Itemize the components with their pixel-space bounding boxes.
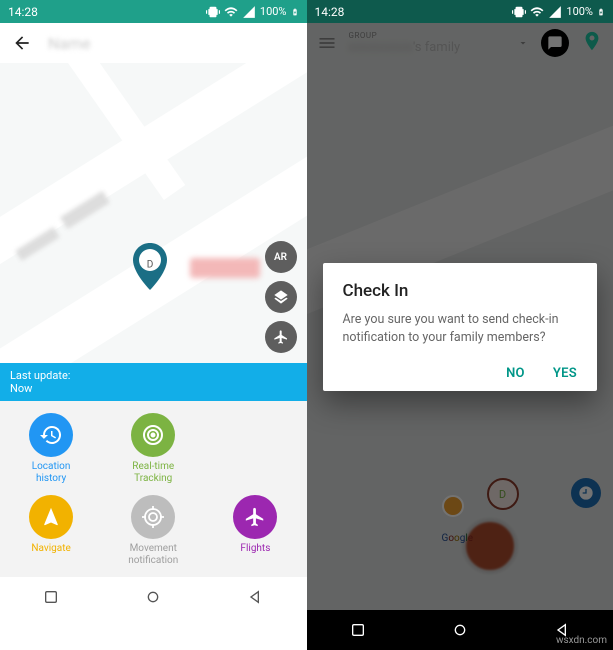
- back-button[interactable]: [247, 589, 263, 605]
- status-icons: 100%: [512, 5, 605, 19]
- check-in-dialog: Check In Are you sure you want to send c…: [323, 263, 598, 391]
- action-label: Navigate: [31, 543, 70, 555]
- radar-icon: [131, 413, 175, 457]
- map-area-dimmed: GROUP xxxxxxxxxx's family D Google Check…: [307, 23, 613, 610]
- app-bar: Name: [0, 23, 307, 63]
- status-time: 14:28: [8, 5, 38, 19]
- last-update-strip: Last update: Now: [0, 363, 307, 401]
- action-movement-notification[interactable]: Movement notification: [102, 495, 204, 567]
- dialog-yes-button[interactable]: YES: [553, 366, 577, 381]
- dialog-body: Are you sure you want to send check-in n…: [343, 311, 578, 346]
- last-update-value: Now: [10, 382, 297, 395]
- map-fab-column: AR: [265, 241, 297, 353]
- layers-button[interactable]: [265, 281, 297, 313]
- wifi-icon: [530, 5, 544, 19]
- navigate-icon: [29, 495, 73, 539]
- plane-icon: [273, 329, 289, 345]
- phone-left: 14:28 100% Name D AR: [0, 0, 307, 650]
- android-navbar: [0, 577, 307, 617]
- marker-letter: D: [147, 259, 154, 270]
- last-update-label: Last update:: [10, 369, 297, 382]
- signal-icon: [548, 5, 562, 19]
- dialog-title: Check In: [343, 281, 578, 301]
- ar-label: AR: [274, 252, 287, 263]
- action-label: Flights: [240, 543, 270, 555]
- watermark: wsxdn.com: [556, 635, 607, 646]
- status-bar: 14:28 100%: [0, 0, 307, 23]
- location-marker[interactable]: D: [130, 243, 170, 297]
- battery-charging-icon: [597, 5, 605, 19]
- status-time: 14:28: [315, 5, 345, 19]
- vibrate-icon: [206, 5, 220, 19]
- map-area[interactable]: D AR: [0, 63, 307, 363]
- history-icon: [29, 413, 73, 457]
- ar-button[interactable]: AR: [265, 241, 297, 273]
- flights-mode-button[interactable]: [265, 321, 297, 353]
- action-location-history[interactable]: Location history: [0, 413, 102, 485]
- action-realtime-tracking[interactable]: Real-time Tracking: [102, 413, 204, 485]
- layers-icon: [273, 289, 289, 305]
- phone-right: 14:28 100% GROUP xxxxxxxxxx's family: [307, 0, 613, 650]
- action-grid: Location history Real-time Tracking Navi…: [0, 401, 307, 577]
- signal-icon: [242, 5, 256, 19]
- contact-name-blurred: Name: [48, 34, 91, 53]
- home-button[interactable]: [452, 622, 468, 638]
- wifi-icon: [224, 5, 238, 19]
- home-button[interactable]: [145, 589, 161, 605]
- battery-percent: 100%: [260, 5, 287, 18]
- status-bar: 14:28 100%: [307, 0, 613, 23]
- map-label-blurred: [190, 258, 260, 278]
- plane-icon: [233, 495, 277, 539]
- action-label: Real-time Tracking: [118, 461, 188, 485]
- battery-charging-icon: [291, 5, 299, 19]
- dialog-no-button[interactable]: NO: [506, 366, 525, 381]
- action-label: Location history: [16, 461, 86, 485]
- action-navigate[interactable]: Navigate: [0, 495, 102, 567]
- battery-percent: 100%: [566, 5, 593, 18]
- dialog-actions: NO YES: [343, 366, 578, 381]
- action-label: Movement notification: [118, 543, 188, 567]
- status-icons: 100%: [206, 5, 299, 19]
- back-icon[interactable]: [12, 33, 32, 53]
- recent-apps-button[interactable]: [350, 622, 366, 638]
- target-icon: [131, 495, 175, 539]
- recent-apps-button[interactable]: [43, 589, 59, 605]
- vibrate-icon: [512, 5, 526, 19]
- action-flights[interactable]: Flights: [204, 495, 306, 567]
